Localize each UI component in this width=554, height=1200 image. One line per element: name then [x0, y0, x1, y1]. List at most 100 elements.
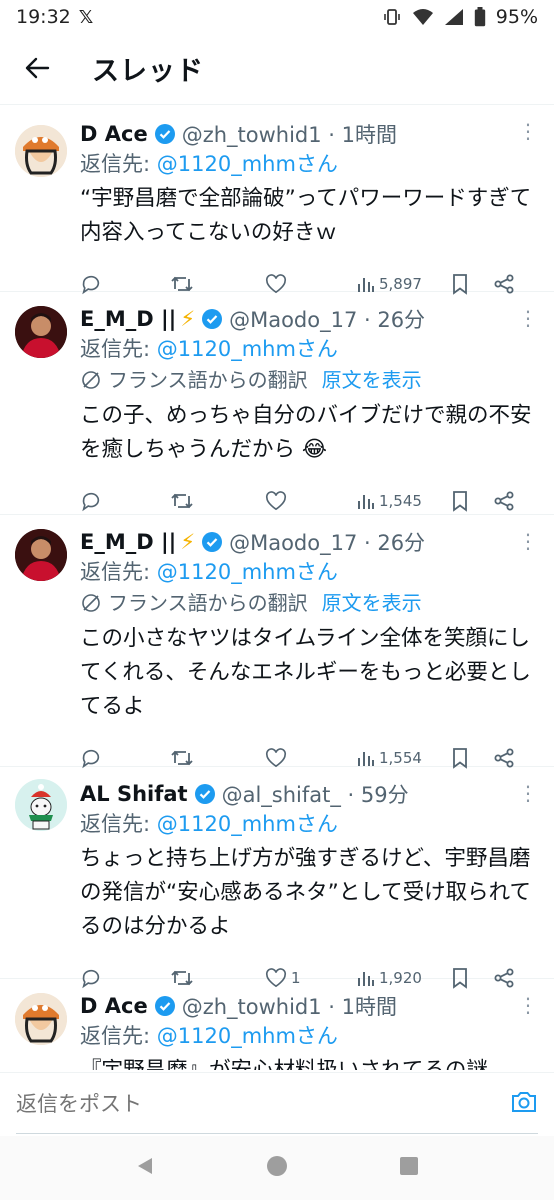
share-button[interactable] — [493, 490, 523, 512]
author-name[interactable]: D Ace — [80, 994, 148, 1018]
lightning-emoji-icon: ⚡ — [180, 530, 196, 554]
author-name[interactable]: E_M_D || — [80, 307, 176, 331]
share-icon — [494, 491, 514, 511]
verified-badge-icon — [201, 308, 223, 330]
translate-icon — [82, 371, 100, 389]
tweet[interactable]: D Ace @zh_towhid1 · 1時間 ⋮ 返信先: @1120_mhm… — [0, 979, 554, 1070]
tweet[interactable]: E_M_D || ⚡ @Maodo_17 · 26分 ⋮ 返信先: @1120_… — [0, 292, 554, 515]
reply-mention[interactable]: @1120_mhmさん — [157, 812, 338, 836]
tweet[interactable]: E_M_D || ⚡ @Maodo_17 · 26分 ⋮ 返信先: @1120_… — [0, 515, 554, 769]
tweet-text: ちょっと持ち上げ方が強すぎるけど、宇野昌磨の発信が“安心感あるネタ”として受け取… — [80, 846, 531, 939]
system-navigation-bar — [0, 1136, 554, 1200]
show-original-link[interactable]: 原文を表示 — [322, 587, 422, 619]
reply-button[interactable] — [80, 747, 170, 769]
views-button[interactable]: 5,897 — [357, 275, 451, 293]
like-button[interactable] — [265, 491, 357, 511]
retweet-button[interactable] — [170, 490, 265, 512]
retweet-button[interactable] — [170, 747, 265, 769]
translation-label: フランス語からの翻訳 — [108, 368, 308, 392]
more-options-icon[interactable]: ⋮ — [518, 529, 538, 553]
wifi-icon — [412, 8, 434, 26]
more-options-icon[interactable]: ⋮ — [518, 993, 538, 1017]
avatar[interactable] — [15, 529, 67, 581]
author-handle[interactable]: @zh_towhid1 · 1時間 — [182, 991, 397, 1021]
reply-prefix: 返信先: — [80, 152, 157, 176]
author-name[interactable]: E_M_D || — [80, 530, 176, 554]
author-handle[interactable]: @al_shifat_ · 59分 — [222, 779, 409, 809]
heart-icon — [265, 274, 287, 294]
reply-button[interactable] — [80, 490, 170, 512]
camera-icon[interactable] — [510, 1089, 538, 1119]
battery-icon — [474, 7, 486, 27]
author-name[interactable]: D Ace — [80, 122, 148, 146]
translate-icon — [82, 594, 100, 612]
tweet[interactable]: AL Shifat @al_shifat_ · 59分 ⋮ 返信先: @1120… — [0, 767, 554, 989]
avatar[interactable] — [15, 306, 67, 358]
tweet[interactable]: D Ace @zh_towhid1 · 1時間 ⋮ 返信先: @1120_mhm… — [0, 105, 554, 295]
heart-icon — [265, 748, 287, 768]
status-time: 19:32 — [16, 6, 71, 28]
reply-icon — [82, 749, 100, 769]
nav-recents-button[interactable] — [398, 1155, 420, 1181]
tweet-text: “宇野昌磨で全部論破”ってパワーワードすぎて内容入ってこないの好きｗ — [80, 186, 532, 245]
replying-to: 返信先: @1120_mhmさん — [80, 1021, 536, 1051]
views-chart-icon — [358, 278, 374, 292]
battery-level: 95% — [495, 6, 538, 28]
reply-prefix: 返信先: — [80, 560, 157, 584]
back-button[interactable] — [20, 51, 54, 85]
bookmark-icon — [453, 491, 467, 512]
author-handle[interactable]: @Maodo_17 · 26分 — [229, 304, 425, 334]
page-title: スレッド — [92, 55, 204, 87]
thread-feed[interactable]: D Ace @zh_towhid1 · 1時間 ⋮ 返信先: @1120_mhm… — [0, 104, 554, 1070]
more-options-icon[interactable]: ⋮ — [518, 119, 538, 143]
compose-underline — [16, 1133, 538, 1134]
like-button[interactable] — [265, 274, 357, 294]
nav-back-button[interactable] — [134, 1155, 156, 1181]
circle-home-icon — [266, 1156, 287, 1176]
reply-input[interactable] — [16, 1091, 510, 1116]
replying-to: 返信先: @1120_mhmさん — [80, 557, 536, 587]
author-name[interactable]: AL Shifat — [80, 782, 188, 806]
retweet-icon — [171, 750, 193, 766]
reply-prefix: 返信先: — [80, 812, 157, 836]
reply-mention[interactable]: @1120_mhmさん — [157, 152, 338, 176]
nav-home-button[interactable] — [265, 1154, 289, 1182]
reply-mention[interactable]: @1120_mhmさん — [157, 1024, 338, 1048]
translation-label: フランス語からの翻訳 — [108, 591, 308, 615]
signal-icon — [444, 8, 464, 26]
retweet-icon — [171, 493, 193, 509]
bookmark-button[interactable] — [451, 490, 493, 512]
share-button[interactable] — [493, 747, 523, 769]
translation-notice: フランス語からの翻訳 原文を表示 — [80, 587, 536, 619]
views-button[interactable]: 1,554 — [357, 749, 451, 767]
vibrate-icon — [382, 7, 402, 27]
verified-badge-icon — [154, 995, 176, 1017]
replying-to: 返信先: @1120_mhmさん — [80, 809, 536, 839]
bookmark-button[interactable] — [451, 747, 493, 769]
reply-icon — [82, 492, 100, 512]
verified-badge-icon — [201, 531, 223, 553]
avatar[interactable] — [15, 993, 67, 1045]
author-handle[interactable]: @zh_towhid1 · 1時間 — [182, 119, 397, 149]
replying-to: 返信先: @1120_mhmさん — [80, 149, 536, 179]
tweet-text: この小さなヤツはタイムライン全体を笑顔にしてくれる、そんなエネルギーをもっと必要… — [80, 626, 531, 719]
avatar[interactable] — [15, 125, 67, 177]
more-options-icon[interactable]: ⋮ — [518, 306, 538, 330]
share-icon — [494, 748, 514, 768]
bookmark-icon — [453, 748, 467, 769]
arrow-left-icon — [25, 57, 50, 79]
author-handle[interactable]: @Maodo_17 · 26分 — [229, 527, 425, 557]
status-bar: 19:32 𝕏 95% — [0, 0, 554, 34]
avatar[interactable] — [15, 779, 67, 831]
reply-prefix: 返信先: — [80, 337, 157, 361]
views-button[interactable]: 1,545 — [357, 492, 451, 510]
reply-mention[interactable]: @1120_mhmさん — [157, 560, 338, 584]
tweet-text: この子、めっちゃ自分のバイブだけで親の不安を癒しちゃうんだから 😂 — [80, 403, 532, 462]
verified-badge-icon — [194, 783, 216, 805]
like-button[interactable] — [265, 748, 357, 768]
top-app-bar: スレッド — [0, 34, 554, 102]
more-options-icon[interactable]: ⋮ — [518, 781, 538, 805]
reply-mention[interactable]: @1120_mhmさん — [157, 337, 338, 361]
show-original-link[interactable]: 原文を表示 — [322, 364, 422, 396]
verified-badge-icon — [154, 123, 176, 145]
